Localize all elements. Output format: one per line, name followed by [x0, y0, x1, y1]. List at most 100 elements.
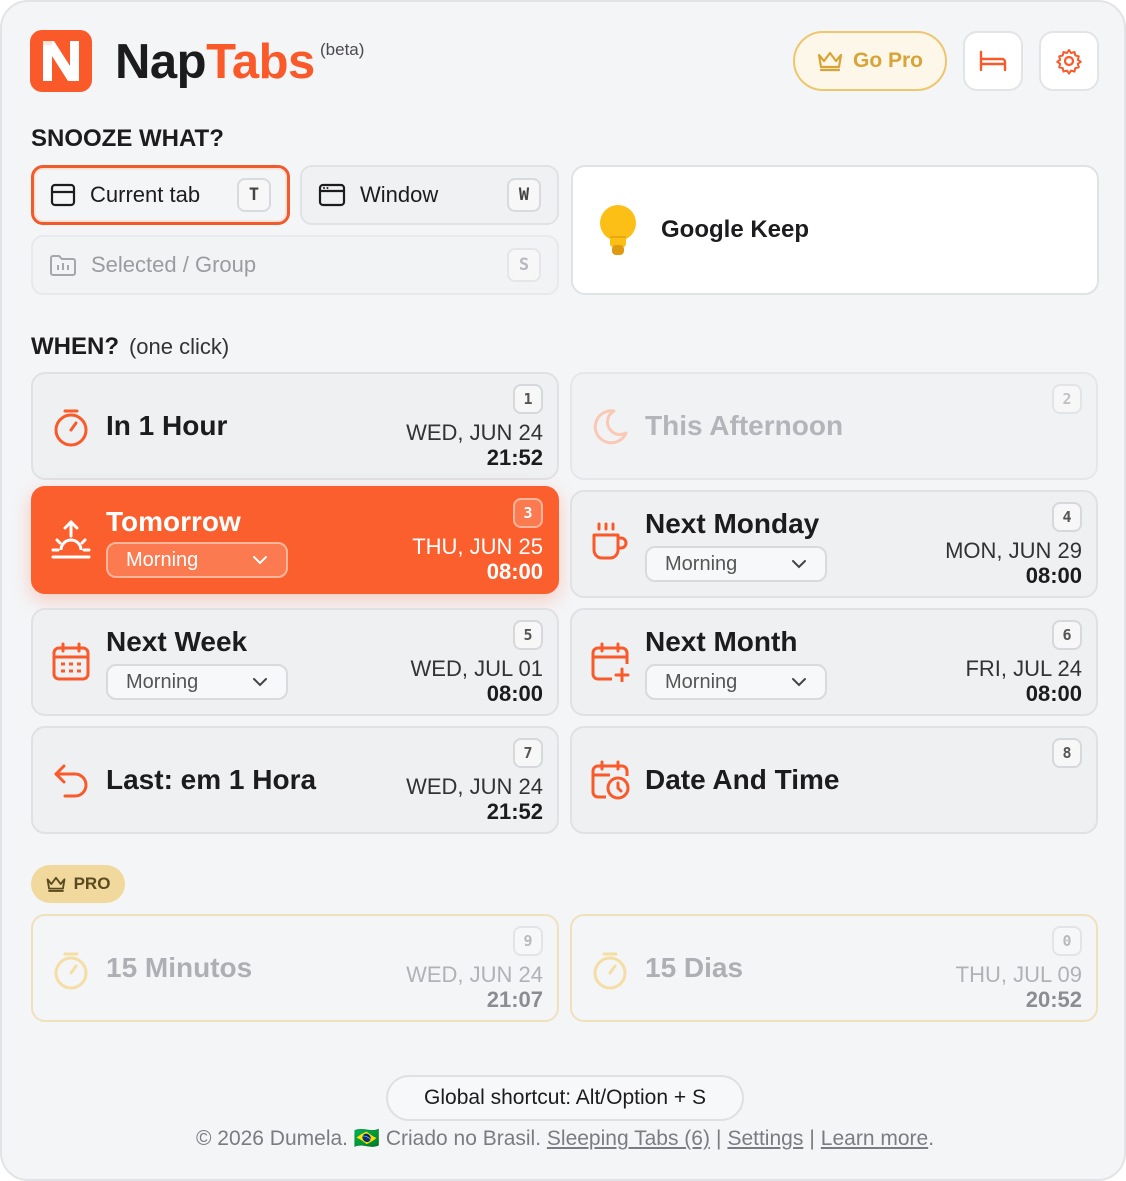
copyright: © 2026 Dumela. 🇧🇷 Criado no Brasil. — [195, 1127, 542, 1150]
card-in-1-hour[interactable]: In 1 Hour 1 WED, JUN 24 21:52 — [31, 372, 559, 480]
card-last[interactable]: Last: em 1 Hora 7 WED, JUN 24 21:52 — [31, 726, 559, 834]
crown-icon — [817, 51, 843, 72]
option-window[interactable]: Window W — [300, 165, 559, 225]
lightbulb-icon — [600, 205, 636, 255]
card-number: 4 — [1052, 502, 1082, 532]
card-label: Next Month — [645, 626, 798, 657]
card-day: WED, JUN 24 — [406, 774, 543, 799]
brand-tabs: Tabs — [206, 35, 315, 89]
card-day: THU, JUN 25 — [412, 534, 543, 559]
time-of-day-select[interactable]: Morning — [645, 664, 827, 700]
card-time: 08:00 — [486, 559, 543, 584]
tab-icon — [50, 183, 76, 207]
card-time: 20:52 — [1025, 987, 1082, 1012]
card-label: Tomorrow — [106, 506, 241, 537]
brand-title: NapTabs — [115, 32, 315, 92]
footer-separator: | — [809, 1127, 815, 1150]
learn-more-link[interactable]: Learn more — [821, 1127, 928, 1150]
settings-link[interactable]: Settings — [727, 1127, 803, 1150]
card-number: 0 — [1052, 926, 1082, 956]
card-label: This Afternoon — [645, 410, 844, 441]
card-number: 8 — [1052, 738, 1082, 768]
pro-badge-label: PRO — [73, 874, 111, 893]
moon-icon — [593, 409, 628, 445]
card-label: 15 Minutos — [106, 952, 253, 983]
card-day: MON, JUN 29 — [945, 538, 1082, 563]
chevron-down-icon — [792, 678, 806, 687]
crown-icon — [46, 876, 65, 892]
card-day: WED, JUL 01 — [410, 656, 543, 681]
footer: © 2026 Dumela. 🇧🇷 Criado no Brasil. Slee… — [2, 1127, 1124, 1151]
card-next-week[interactable]: Next Week Morning 5 WED, JUL 01 08:00 — [31, 608, 559, 716]
global-shortcut-pill: Global shortcut: Alt/Option + S — [386, 1075, 744, 1121]
card-date: THU, JUL 09 20:52 — [956, 962, 1082, 1012]
card-time: 08:00 — [486, 681, 543, 706]
card-label: Date And Time — [645, 764, 840, 795]
card-15-dias[interactable]: 15 Dias 0 THU, JUL 09 20:52 — [570, 914, 1098, 1022]
card-number: 7 — [513, 738, 543, 768]
card-date-and-time[interactable]: Date And Time 8 — [570, 726, 1098, 834]
chevron-down-icon — [253, 556, 267, 565]
time-of-day-select[interactable]: Morning — [106, 664, 288, 700]
time-of-day-select[interactable]: Morning — [106, 542, 288, 578]
beta-label: (beta) — [320, 40, 365, 59]
option-selected-group[interactable]: Selected / Group S — [31, 235, 559, 295]
card-time: 21:52 — [486, 445, 543, 470]
card-label: 15 Dias — [645, 952, 744, 983]
card-date: MON, JUN 29 08:00 — [945, 538, 1082, 588]
sleeping-tabs-link[interactable]: Sleeping Tabs (6) — [547, 1127, 710, 1150]
card-number: 5 — [513, 620, 543, 650]
sleeping-tabs-button[interactable] — [963, 31, 1023, 91]
card-day: WED, JUN 24 — [406, 962, 543, 987]
folder-group-icon — [50, 255, 76, 276]
card-next-monday[interactable]: Next Monday Morning 4 MON, JUN 29 08:00 — [570, 490, 1098, 598]
card-time: 21:07 — [486, 987, 543, 1012]
google-keep-button[interactable]: Google Keep — [571, 165, 1099, 295]
option-current-tab[interactable]: Current tab T — [31, 165, 290, 225]
chevron-down-icon — [253, 678, 267, 687]
when-title-text: WHEN? — [31, 333, 119, 360]
select-value: Morning — [126, 670, 199, 693]
settings-button[interactable] — [1039, 31, 1099, 91]
time-of-day-select[interactable]: Morning — [645, 546, 827, 582]
go-pro-button[interactable]: Go Pro — [793, 31, 947, 91]
when-title: WHEN? (one click) — [31, 333, 229, 361]
when-subtitle: (one click) — [128, 334, 230, 359]
card-time: 08:00 — [1025, 563, 1082, 588]
card-number: 9 — [513, 926, 543, 956]
stopwatch-icon — [54, 409, 88, 447]
stopwatch-icon — [593, 952, 627, 990]
brand-nap: Nap — [115, 35, 207, 89]
card-day: THU, JUL 09 — [955, 962, 1082, 987]
card-this-afternoon[interactable]: This Afternoon 2 — [570, 372, 1098, 480]
calendar-clock-icon — [591, 760, 630, 800]
card-number: 2 — [1052, 384, 1082, 414]
card-label: Last: em 1 Hora — [106, 764, 317, 795]
option-window-label: Window — [360, 182, 439, 207]
card-date: THU, JUN 25 08:00 — [412, 534, 543, 584]
card-15-minutos[interactable]: 15 Minutos 9 WED, JUN 24 21:07 — [31, 914, 559, 1022]
footer-period: . — [928, 1127, 935, 1150]
card-number: 1 — [513, 384, 543, 414]
card-date: WED, JUN 24 21:07 — [406, 962, 543, 1012]
footer-separator: | — [715, 1127, 722, 1150]
card-number: 6 — [1052, 620, 1082, 650]
select-value: Morning — [665, 552, 738, 575]
calendar-plus-icon — [591, 642, 630, 682]
chevron-down-icon — [792, 560, 806, 569]
shortcut-key-s: S — [507, 248, 541, 282]
pro-badge: PRO — [31, 865, 125, 903]
calendar-icon — [52, 642, 90, 681]
card-label: Next Week — [106, 626, 248, 657]
card-date: WED, JUN 24 21:52 — [406, 420, 543, 470]
coffee-icon — [592, 522, 628, 560]
go-pro-label: Go Pro — [852, 49, 923, 72]
card-time: 21:52 — [486, 799, 543, 824]
card-day: WED, JUN 24 — [406, 420, 543, 445]
snooze-what-title: SNOOZE WHAT? — [31, 125, 224, 152]
shortcut-key-w: W — [507, 178, 541, 212]
card-label: In 1 Hour — [106, 410, 228, 441]
card-tomorrow[interactable]: Tomorrow Morning 3 THU, JUN 25 08:00 — [31, 486, 559, 594]
google-keep-label: Google Keep — [661, 216, 810, 243]
card-next-month[interactable]: Next Month Morning 6 FRI, JUL 24 08:00 — [570, 608, 1098, 716]
